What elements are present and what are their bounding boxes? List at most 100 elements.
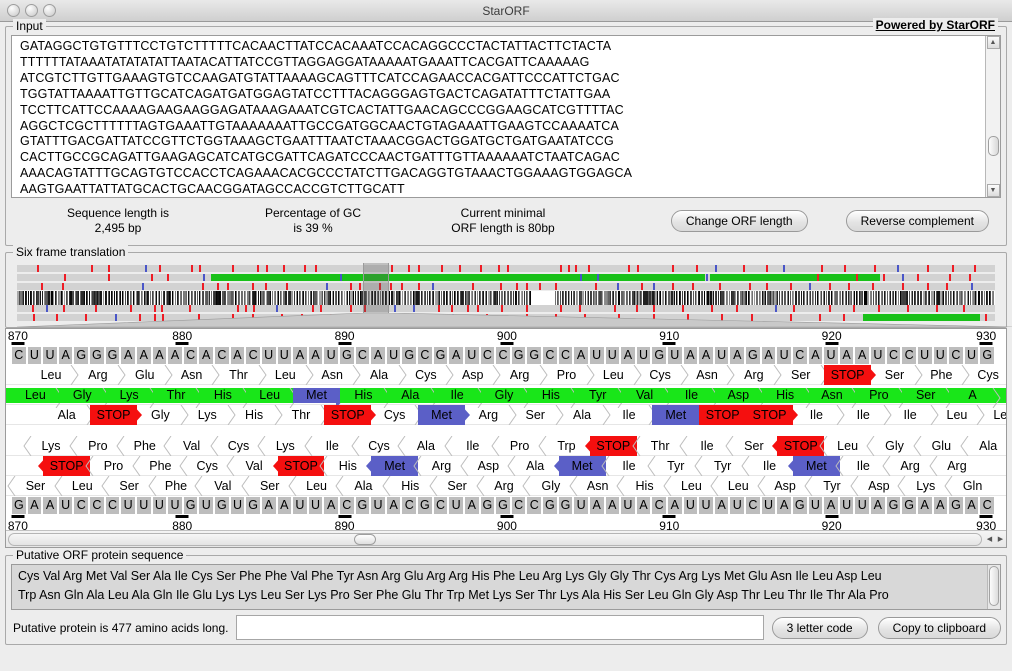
amino-acid-cell[interactable]: Cys bbox=[637, 365, 689, 385]
amino-acid-cell[interactable]: A bbox=[949, 388, 1001, 408]
amino-acid-cell[interactable]: Leu bbox=[12, 388, 64, 408]
amino-acid-cell[interactable]: Cys bbox=[371, 405, 423, 425]
overview-orf-bar[interactable] bbox=[210, 274, 705, 281]
protein-vertical-scrollbar[interactable] bbox=[987, 565, 1000, 609]
stop-codon-marker[interactable]: STOP bbox=[824, 365, 877, 385]
stop-codon-marker[interactable]: STOP bbox=[699, 405, 752, 425]
amino-acid-cell[interactable]: His bbox=[382, 476, 434, 496]
amino-acid-cell[interactable]: Thr bbox=[215, 365, 267, 385]
start-codon-marker[interactable]: Met bbox=[418, 405, 470, 425]
amino-acid-cell[interactable]: Ile bbox=[600, 456, 653, 476]
amino-acid-cell[interactable]: Pro bbox=[543, 365, 595, 385]
amino-acid-cell[interactable]: Lys bbox=[897, 476, 949, 496]
amino-acid-cell[interactable]: Glu bbox=[121, 365, 173, 385]
amino-acid-cell[interactable]: Ile bbox=[444, 436, 496, 456]
amino-acid-cell[interactable]: Asp bbox=[714, 388, 767, 408]
detail-horizontal-scrollbar[interactable]: ◀ ▶ bbox=[6, 530, 1006, 547]
amino-acid-cell[interactable]: Gln bbox=[944, 476, 996, 496]
sequence-text[interactable]: GATAGGCTGTGTTTCCTGTCTTTTTCACAACTTATCCACA… bbox=[12, 36, 985, 197]
protein-scroll-thumb[interactable] bbox=[989, 566, 999, 606]
amino-acid-cell[interactable]: Val bbox=[621, 388, 673, 408]
amino-acid-cell[interactable]: Arg bbox=[413, 456, 465, 476]
hscroll-arrows[interactable]: ◀ ▶ bbox=[984, 535, 1006, 543]
amino-acid-cell[interactable]: His bbox=[231, 405, 283, 425]
amino-acid-cell[interactable]: Asp bbox=[757, 476, 809, 496]
amino-acid-cell[interactable]: Thr bbox=[278, 405, 329, 425]
stop-codon-marker[interactable]: STOP bbox=[272, 456, 325, 476]
frame-2-row[interactable]: Leu Gly Lys Thr His Leu Met His Ala Ile Gly His Tyr V… bbox=[6, 385, 1006, 408]
amino-acid-cell[interactable]: Gly bbox=[866, 436, 918, 456]
stop-codon-marker[interactable]: STOP bbox=[772, 436, 825, 456]
overview-frame-2[interactable] bbox=[17, 274, 995, 281]
change-orf-length-button[interactable]: Change ORF length bbox=[670, 209, 808, 232]
scroll-left-icon[interactable]: ◀ bbox=[984, 535, 995, 543]
amino-acid-cell[interactable]: His bbox=[527, 388, 579, 408]
amino-acid-cell[interactable]: Leu bbox=[28, 365, 80, 385]
amino-acid-cell[interactable]: Cys bbox=[402, 365, 454, 385]
amino-acid-cell[interactable]: Pro bbox=[491, 436, 543, 456]
amino-acid-cell[interactable]: Arg bbox=[465, 405, 517, 425]
amino-acid-cell[interactable]: Arg bbox=[730, 365, 782, 385]
reverse-complement-button[interactable]: Reverse complement bbox=[845, 209, 989, 232]
frame-4-row[interactable]: Lys Pro Phe Val Cys Lys Ile Cys Ala Ile Pro Trp STOP… bbox=[6, 436, 1006, 456]
amino-acid-cell[interactable]: Ala bbox=[507, 456, 559, 476]
powered-by-link[interactable]: Powered by StarORF bbox=[872, 18, 998, 32]
amino-acid-cell[interactable]: Leu bbox=[288, 476, 340, 496]
amino-acid-cell[interactable]: Leu bbox=[663, 476, 715, 496]
stop-codon-marker[interactable]: STOP bbox=[324, 405, 377, 425]
start-codon-marker[interactable]: Met bbox=[366, 456, 419, 476]
amino-acid-cell[interactable]: Leu bbox=[819, 436, 871, 456]
amino-acid-cell[interactable]: Ala bbox=[356, 365, 408, 385]
amino-acid-cell[interactable]: Asn bbox=[309, 365, 361, 385]
amino-acid-cell[interactable]: Ser bbox=[101, 476, 153, 496]
amino-acid-cell[interactable]: Ala bbox=[335, 476, 387, 496]
amino-acid-cell[interactable]: Ile bbox=[887, 405, 939, 425]
six-frame-overview[interactable] bbox=[9, 263, 1012, 327]
amino-acid-cell[interactable]: Leu bbox=[246, 388, 298, 408]
stop-codon-marker[interactable]: STOP bbox=[38, 456, 91, 476]
amino-acid-cell[interactable]: Thr bbox=[632, 436, 684, 456]
scroll-right-icon[interactable]: ▶ bbox=[995, 535, 1006, 543]
amino-acid-cell[interactable]: Arg bbox=[882, 456, 934, 476]
start-codon-marker[interactable]: Met bbox=[553, 456, 606, 476]
amino-acid-cell[interactable]: Tyr bbox=[647, 456, 699, 476]
amino-acid-cell[interactable]: Cys bbox=[210, 436, 262, 456]
amino-acid-cell[interactable]: Ile bbox=[433, 388, 486, 408]
scroll-up-icon[interactable]: ▲ bbox=[986, 36, 1000, 49]
amino-acid-cell[interactable]: Ile bbox=[678, 436, 731, 456]
stop-codon-marker[interactable]: STOP bbox=[584, 436, 637, 456]
amino-acid-cell[interactable]: Gly bbox=[58, 388, 111, 408]
amino-acid-cell[interactable]: Trp bbox=[538, 436, 590, 456]
amino-acid-cell[interactable]: Lys bbox=[22, 436, 75, 456]
amino-acid-cell[interactable]: Ala bbox=[397, 436, 449, 456]
overview-frame-1[interactable] bbox=[17, 265, 995, 272]
amino-acid-cell[interactable]: Arg bbox=[496, 365, 548, 385]
scroll-thumb[interactable] bbox=[988, 136, 999, 156]
amino-acid-cell[interactable]: Phe bbox=[116, 436, 168, 456]
sequence-input-area[interactable]: GATAGGCTGTGTTTCCTGTCTTTTTCACAACTTATCCACA… bbox=[11, 35, 1001, 198]
frame-6-row[interactable]: Ser Leu Ser Phe Val Ser Leu Ala His Ser Arg Gly Asn H… bbox=[6, 476, 1006, 496]
frame-3-row[interactable]: Ala STOP Gly Lys His Thr STOP Cys Met Arg Ser Ala Il… bbox=[6, 405, 1006, 425]
amino-acid-cell[interactable]: His bbox=[199, 388, 251, 408]
start-codon-marker[interactable]: Met bbox=[293, 388, 345, 408]
amino-acid-cell[interactable]: Pro bbox=[855, 388, 907, 408]
amino-acid-cell[interactable]: Leu bbox=[262, 365, 314, 385]
start-codon-marker[interactable]: Met bbox=[652, 405, 705, 425]
overview-rows[interactable] bbox=[9, 263, 1003, 321]
amino-acid-cell[interactable]: Asp bbox=[449, 365, 501, 385]
copy-to-clipboard-button[interactable]: Copy to clipboard bbox=[877, 616, 1001, 639]
amino-acid-cell[interactable]: Phe bbox=[147, 476, 200, 496]
amino-acid-cell[interactable]: Cys bbox=[179, 456, 231, 476]
protein-sequence-area[interactable]: Cys Val Arg Met Val Ser Ala Ile Cys Ser … bbox=[11, 564, 1001, 610]
input-vertical-scrollbar[interactable]: ▲ ▼ bbox=[985, 36, 1000, 197]
stop-codon-marker[interactable]: STOP bbox=[90, 405, 142, 425]
hscroll-track[interactable] bbox=[8, 532, 982, 546]
amino-acid-cell[interactable]: Lys bbox=[105, 388, 158, 408]
frame-5-row[interactable]: STOP Pro Phe Cys Val STOP His Met Arg Asp Ala Met Il… bbox=[6, 456, 1006, 476]
amino-acid-cell[interactable]: Phe bbox=[132, 456, 184, 476]
amino-acid-cell[interactable]: Phe bbox=[918, 365, 970, 385]
amino-acid-cell[interactable]: Arg bbox=[928, 456, 981, 476]
overview-orf-bar[interactable] bbox=[710, 274, 880, 281]
frame-1-row[interactable]: Leu Arg Glu Asn Thr Leu Asn Ala Cys Asp Arg Pro Leu C… bbox=[6, 365, 1006, 385]
amino-acid-cell[interactable]: Leu bbox=[54, 476, 106, 496]
